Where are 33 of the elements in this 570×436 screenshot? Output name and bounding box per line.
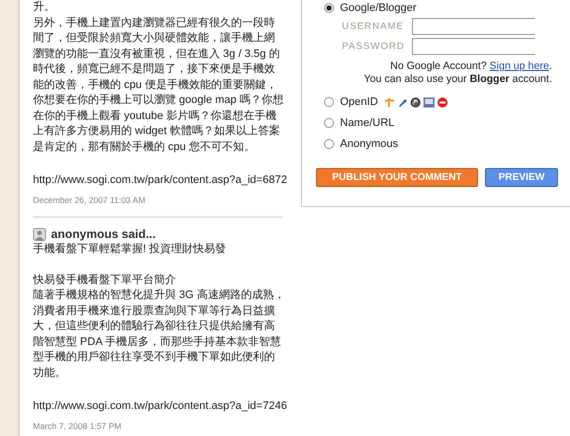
radio-button[interactable] xyxy=(324,118,334,128)
chat-icon[interactable] xyxy=(422,96,435,108)
radio-button[interactable] xyxy=(324,97,334,107)
username-label: USERNAME xyxy=(342,20,405,32)
comment-date[interactable]: March 7, 2008 1:57 PM xyxy=(33,420,295,432)
avatar-icon xyxy=(33,228,46,240)
preview-button[interactable]: PREVIEW xyxy=(485,168,558,187)
comment-date[interactable]: December 26, 2007 11:03 AM xyxy=(33,194,295,206)
option-label: OpenID xyxy=(340,96,378,108)
signup-note: No Google Account? Sign up here. xyxy=(389,60,553,73)
wordpress-icon[interactable] xyxy=(410,96,421,108)
openid-icon[interactable] xyxy=(384,96,395,108)
publish-button[interactable]: PUBLISH YOUR COMMENT xyxy=(316,168,478,187)
comment-url: http://www.sogi.com.tw/park/content.asp?a_id=7246 xyxy=(33,399,288,414)
comment-url: http://www.sogi.com.tw/park/content.asp?a_id=6872 xyxy=(33,173,288,188)
aim-icon[interactable] xyxy=(436,96,448,108)
radio-button[interactable] xyxy=(324,139,334,149)
signup-link[interactable]: Sign up here xyxy=(490,60,550,72)
pencil-icon[interactable] xyxy=(396,96,408,108)
comment-text: 隨著手機規格的智慧化提升與 3G 高速網路的成熟，消費者用手機來進行股票查詢與下單等行為日益擴大，但這些便利的體驗行為卻往往只提供給擁有高階智慧型 PDA 手機居多，而那些手持基本款非智慧型手機的用戶卻往往享受不到手機下單如此便利的功能。 xyxy=(33,288,285,380)
comment-text: 升。 xyxy=(33,0,56,15)
option-label: Anonymous xyxy=(340,138,398,150)
password-field[interactable] xyxy=(412,38,535,54)
comment-text: 另外，手機上建置內建瀏覽器已經有很久的一段時間了，但受限於頻寬大小與硬體效能，讓手機上網瀏覽的功能一直沒有被重視，但在進入 3g / 3.5g 的時代後，頻寬已經不是問題了，接下來便是手機效能的改善，手機的 cpu 便是手機效能的重要關鍵，你想要在你的手機上可以瀏覽 google map 嗎？你想在你的手機上觀看 youtube 影片嗎？你還想在手機上有許多方便易用的 widget 軟體嗎？如果以上答案是肯定的，那有關於手機的 cpu 您不可不知。 xyxy=(33,16,285,154)
password-label: PASSWORD xyxy=(342,40,406,52)
username-field[interactable] xyxy=(412,18,535,34)
radio-button[interactable] xyxy=(324,3,334,13)
option-label: Google/Blogger xyxy=(340,2,416,14)
blogger-note: You can also use your Blogger account. xyxy=(362,73,553,86)
comment-author: anonymous said... xyxy=(51,227,156,241)
comment-text: 手機看盤下單輕鬆掌握! 投資理財快易發 xyxy=(33,242,228,257)
option-label: Name/URL xyxy=(340,117,394,129)
comment-text: 快易發手機看盤下單平台簡介 xyxy=(33,272,177,288)
